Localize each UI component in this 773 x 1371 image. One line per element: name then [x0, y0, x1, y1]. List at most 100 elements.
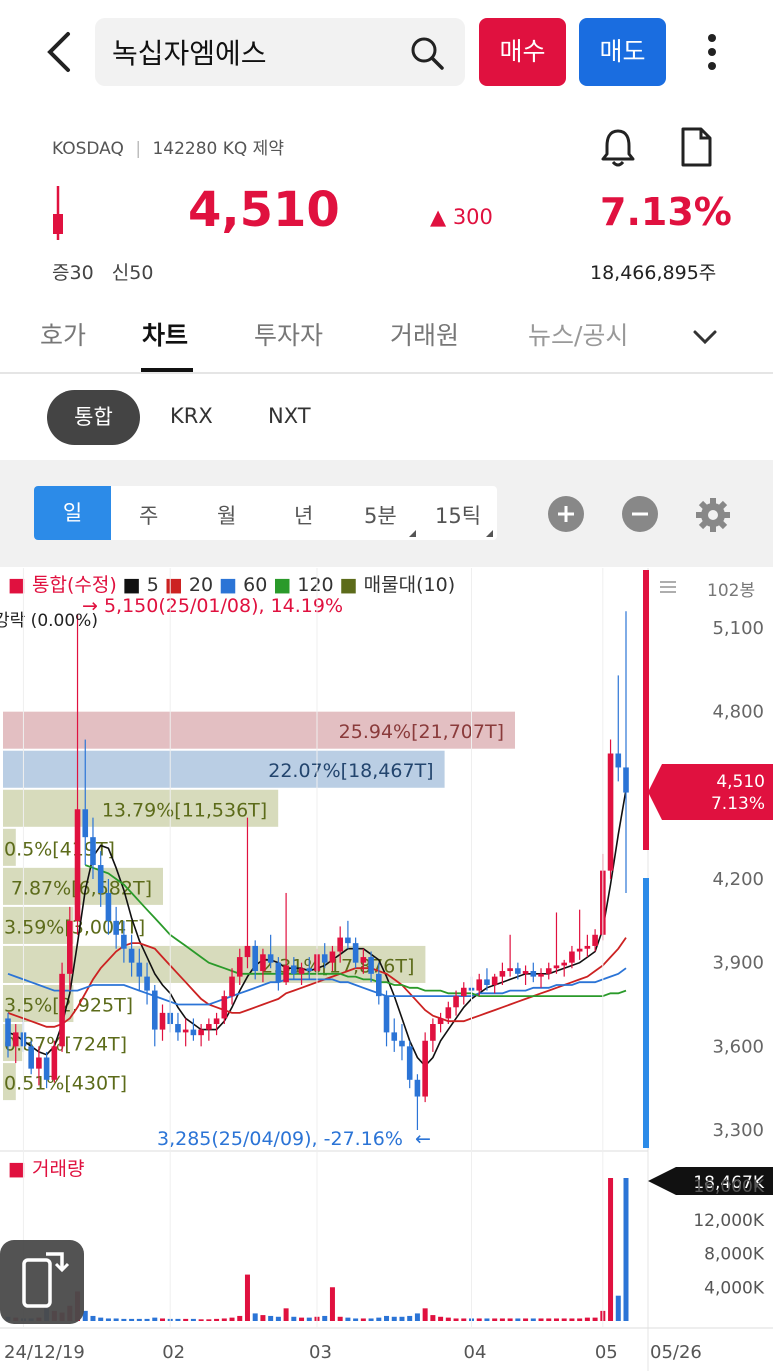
volume-bar	[329, 1287, 335, 1321]
chevron-down-icon[interactable]	[690, 322, 720, 352]
tab-chart[interactable]: 차트	[142, 316, 188, 352]
gear-icon[interactable]	[694, 496, 732, 534]
zoom-out-icon[interactable]	[622, 496, 658, 532]
volume-bar	[584, 1317, 590, 1321]
volume-bar	[98, 1317, 104, 1321]
candle-body	[561, 962, 567, 966]
candle-body	[406, 1046, 413, 1080]
volume-bar	[407, 1315, 413, 1321]
candle-body	[345, 937, 351, 944]
legend-item: 20	[183, 574, 213, 596]
volume-bar	[538, 1318, 544, 1321]
x-tick-label: 03	[309, 1342, 332, 1363]
menu-icon[interactable]	[660, 581, 676, 593]
period-week[interactable]: 주	[139, 500, 158, 530]
search-icon[interactable]	[408, 34, 446, 72]
volume-bar	[237, 1315, 243, 1321]
period-day[interactable]: 일	[34, 486, 111, 540]
chevron-left-icon	[47, 32, 70, 72]
volume-bar	[530, 1318, 536, 1321]
candle-body	[584, 945, 591, 949]
zoom-in-icon[interactable]	[548, 496, 584, 532]
candle-body	[337, 937, 343, 952]
volume-bar	[113, 1318, 119, 1321]
volume-bar	[306, 1317, 312, 1321]
volume-bar	[484, 1318, 490, 1321]
more-options-icon[interactable]	[692, 28, 732, 76]
legend-item: 60	[237, 574, 267, 596]
segment-krx[interactable]: KRX	[170, 404, 213, 428]
candle-body	[190, 1029, 197, 1036]
candle-body	[128, 948, 135, 963]
rotate-screen-button[interactable]	[0, 1240, 84, 1324]
market-info: KOSDAQ | 142280 KQ 제약	[52, 134, 284, 159]
candle-body	[545, 968, 552, 974]
x-tick-label: 24/12/19	[4, 1342, 85, 1363]
x-tick-label: 05	[595, 1342, 618, 1363]
candle-body	[383, 996, 390, 1033]
candle-body	[391, 1032, 398, 1041]
volume-bar	[152, 1317, 158, 1321]
candle-body	[422, 1040, 428, 1097]
tab-hoga[interactable]: 호가	[40, 316, 86, 352]
candle-body	[291, 965, 297, 974]
volume-bar	[391, 1316, 397, 1321]
volume-bar	[453, 1318, 459, 1321]
volume-profile-label: 22.07%[18,467T]	[268, 760, 433, 782]
x-tick-label: 05/26	[650, 1342, 702, 1363]
candle-body	[576, 948, 583, 952]
volume-bar	[129, 1318, 135, 1321]
volume-bar	[229, 1317, 235, 1321]
candle-body	[522, 971, 529, 974]
volume-bar	[353, 1318, 359, 1321]
document-icon[interactable]	[676, 126, 716, 168]
candle-body	[67, 920, 73, 974]
stock-name: 녹십자엠에스	[112, 37, 267, 70]
period-5min[interactable]: 5분	[364, 500, 397, 530]
volume-bar	[368, 1318, 374, 1321]
candle-body	[28, 1046, 34, 1069]
volume-bar	[430, 1315, 436, 1321]
candle-body	[74, 809, 81, 921]
candle-body	[298, 968, 305, 974]
period-15tick[interactable]: 15틱	[435, 500, 481, 530]
legend-swatch: ■	[267, 574, 291, 596]
candle-body	[5, 1018, 11, 1047]
low-annotation: 3,285(25/04/09), -27.16% ←	[157, 1128, 431, 1150]
stock-chart[interactable]: 25.94%[21,707T] 22.07%[18,467T]13.79%[11,…	[0, 568, 773, 1371]
volume-bar	[553, 1318, 559, 1321]
volume-bar	[144, 1318, 150, 1321]
period-year[interactable]: 년	[294, 500, 313, 530]
tab-investor[interactable]: 투자자	[254, 316, 323, 352]
bell-icon[interactable]	[598, 126, 638, 168]
tab-broker[interactable]: 거래원	[390, 316, 459, 352]
legend-swatch: ■	[117, 574, 141, 596]
period-month[interactable]: 월	[217, 500, 236, 530]
volume-bar	[592, 1317, 598, 1321]
price-tick-label: 3,900	[712, 953, 764, 974]
volume-bar	[384, 1315, 390, 1321]
volume-bar	[252, 1313, 258, 1321]
volume-bar	[299, 1317, 305, 1321]
candle-body	[97, 865, 104, 893]
candle-body	[491, 976, 498, 985]
candle-body	[198, 1029, 204, 1036]
candle-body	[267, 954, 274, 963]
segment-combined[interactable]: 통합	[47, 390, 140, 445]
candle-body	[182, 1029, 189, 1033]
mini-candle-icon	[48, 186, 68, 242]
segment-nxt[interactable]: NXT	[268, 404, 311, 428]
buy-button[interactable]: 매수	[479, 18, 566, 86]
dropdown-corner-icon	[486, 530, 493, 537]
back-button[interactable]	[38, 28, 78, 76]
volume-profile-label: 13.79%[11,536T]	[102, 799, 267, 821]
volume-bar	[376, 1317, 382, 1321]
volume-bar	[492, 1318, 498, 1321]
candle-body	[376, 973, 382, 997]
sell-button[interactable]: 매도	[579, 18, 666, 86]
candle-body	[144, 976, 150, 991]
tab-news[interactable]: 뉴스/공시	[528, 316, 628, 352]
candle-body	[484, 979, 490, 985]
price-change: ▲ 300	[430, 205, 493, 229]
volume-bar	[507, 1318, 513, 1321]
